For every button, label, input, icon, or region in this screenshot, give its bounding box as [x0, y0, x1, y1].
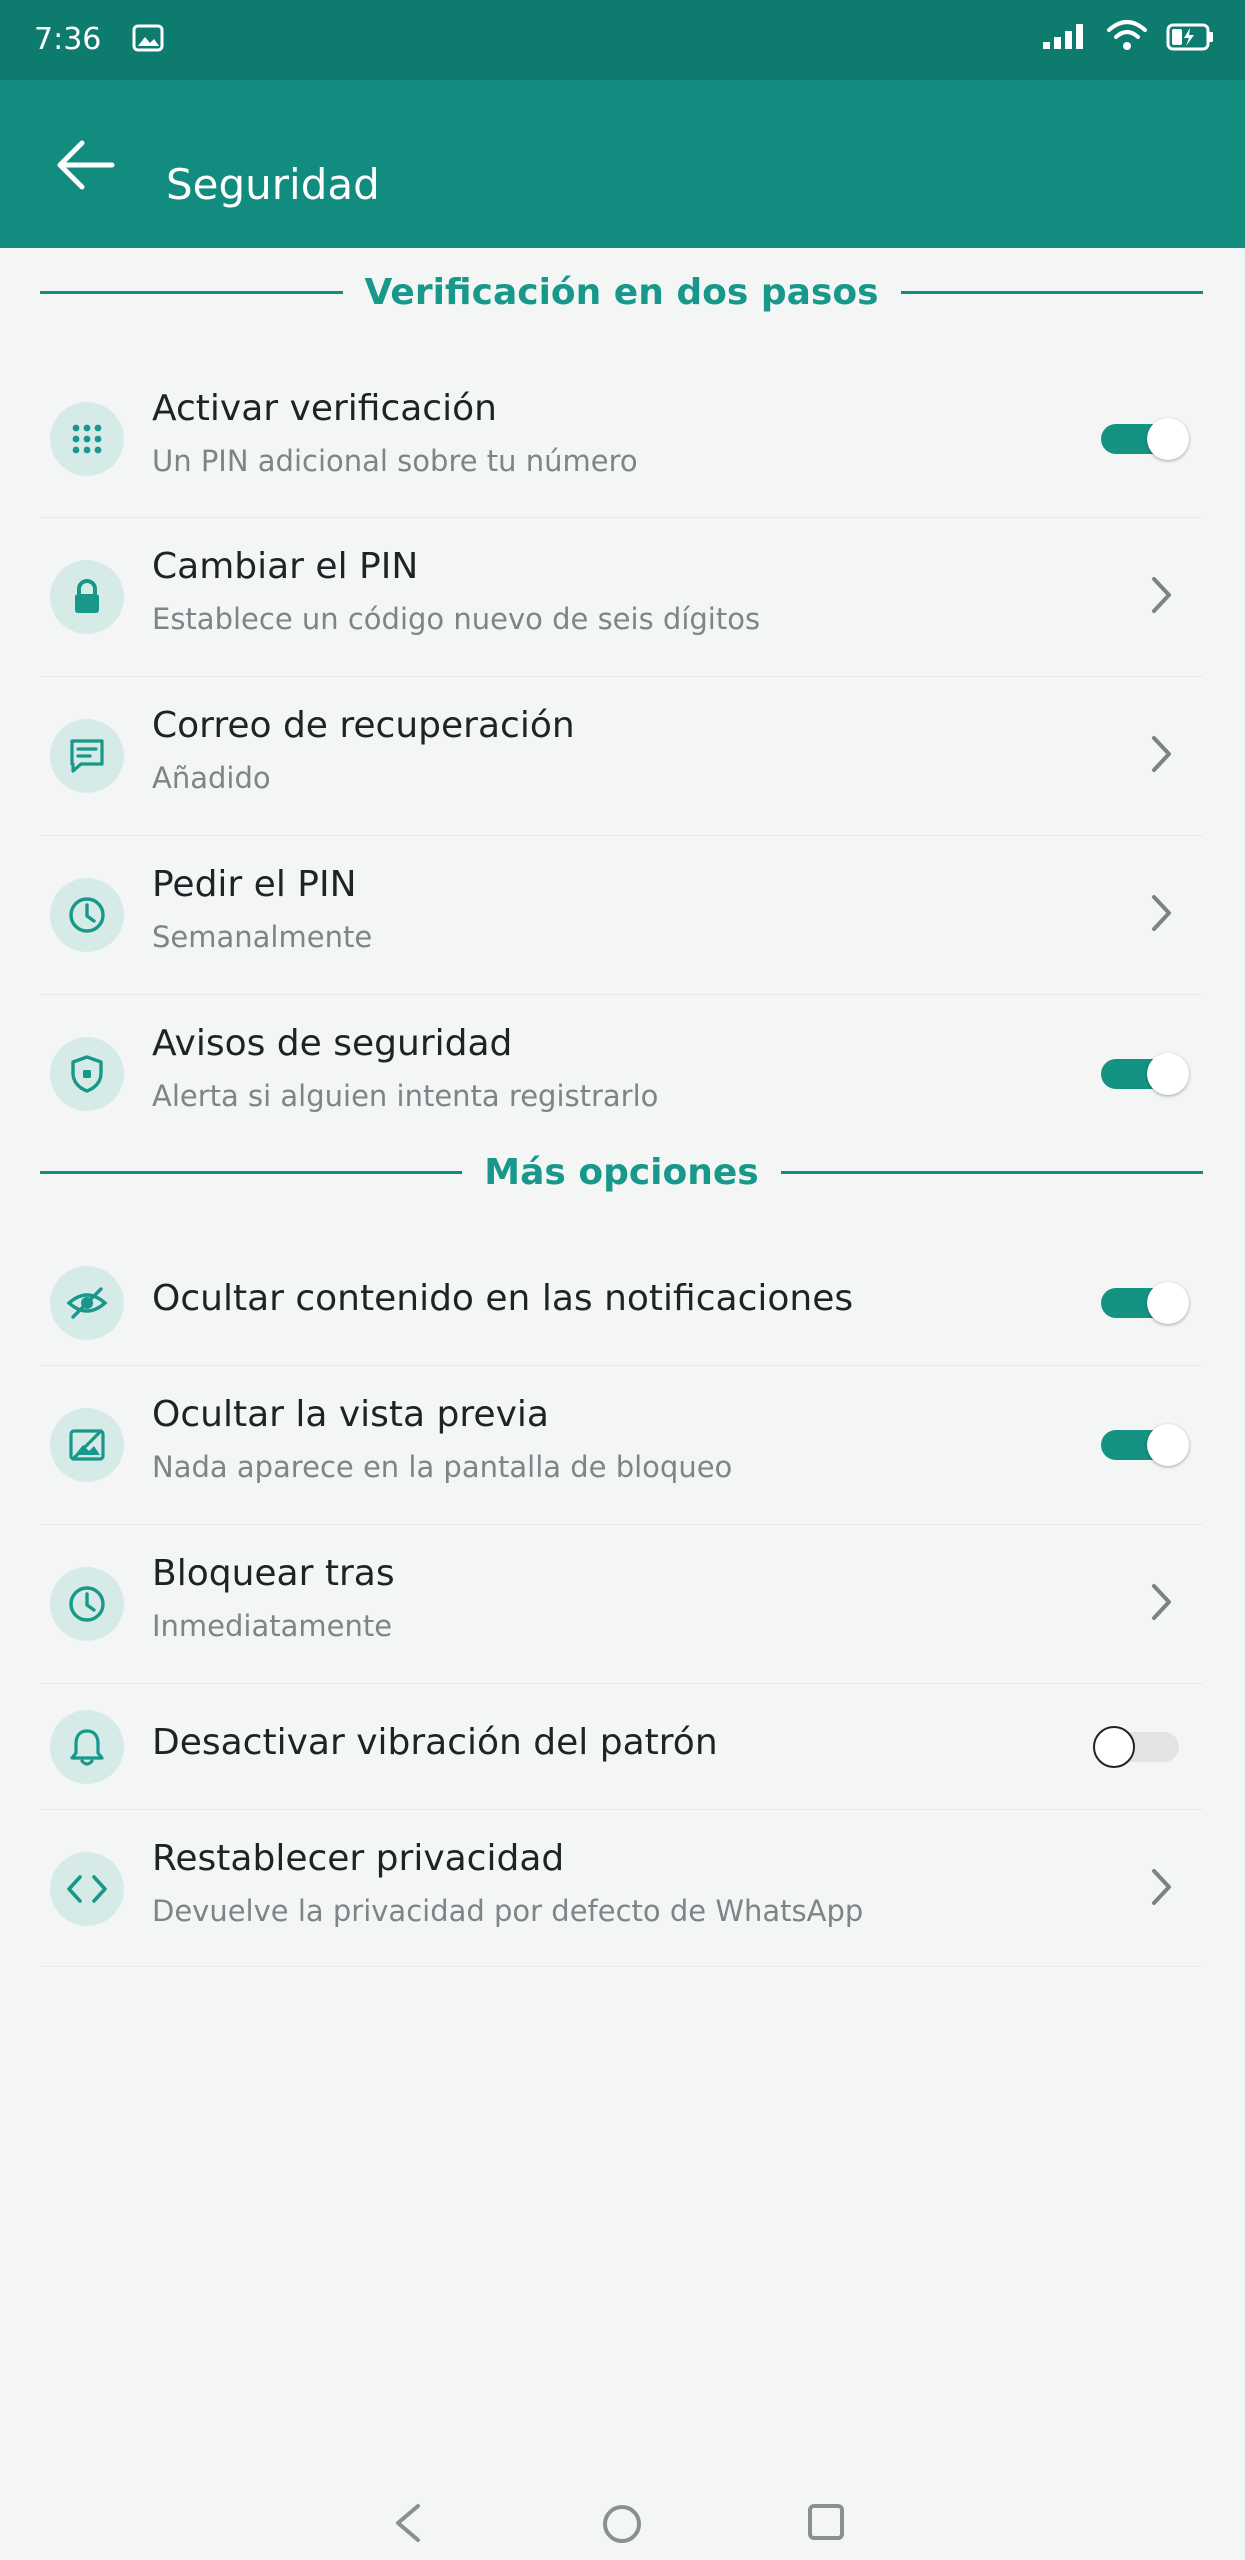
toggle-knob — [1147, 418, 1189, 460]
arrow-back-icon — [57, 140, 115, 190]
divider — [40, 1170, 463, 1174]
disable-pattern-vibration-toggle[interactable] — [1093, 1726, 1179, 1768]
setting-title: Correo de recuperación — [152, 705, 575, 746]
activate-verification-toggle[interactable] — [1101, 418, 1189, 460]
chevron-right-icon — [1152, 1584, 1171, 1620]
setting-title: Pedir el PIN — [152, 864, 357, 905]
toggle-knob — [1093, 1726, 1135, 1768]
setting-subtitle: Añadido — [152, 761, 271, 795]
page-title: Seguridad — [166, 160, 380, 209]
lock-icon — [50, 560, 124, 634]
status-time: 7:36 — [34, 22, 102, 57]
setting-subtitle: Un PIN adicional sobre tu número — [152, 444, 638, 478]
message-icon — [50, 719, 124, 793]
section-title-two-step: Verificación en dos pasos — [364, 271, 879, 313]
chevron-right-icon — [1152, 1869, 1171, 1905]
setting-activate-verification[interactable]: Activar verificación Un PIN adicional so… — [40, 360, 1203, 518]
chevron-right-icon — [1152, 895, 1171, 931]
eye-off-icon — [50, 1266, 124, 1340]
signal-icon — [1043, 24, 1089, 54]
app-bar: Seguridad — [0, 80, 1245, 248]
shield-icon — [50, 1037, 124, 1111]
clock-icon — [50, 878, 124, 952]
setting-subtitle: Devuelve la privacidad por defecto de Wh… — [152, 1894, 864, 1928]
divider — [900, 290, 1204, 294]
clock-icon — [50, 1567, 124, 1641]
setting-hide-notification-content[interactable]: Ocultar contenido en las notificaciones — [40, 1240, 1203, 1366]
setting-ask-pin[interactable]: Pedir el PIN Semanalmente — [40, 836, 1203, 995]
setting-subtitle: Alerta si alguien intenta registrarlo — [152, 1079, 659, 1113]
nav-home-icon[interactable] — [600, 2502, 644, 2546]
setting-title: Desactivar vibración del patrón — [152, 1722, 718, 1763]
code-icon — [50, 1852, 124, 1926]
setting-title: Cambiar el PIN — [152, 546, 419, 587]
hide-notification-content-toggle[interactable] — [1101, 1282, 1189, 1324]
security-alerts-toggle[interactable] — [1101, 1053, 1189, 1095]
setting-disable-pattern-vibration[interactable]: Desactivar vibración del patrón — [40, 1684, 1203, 1810]
section-title-more-options: Más opciones — [484, 1151, 759, 1193]
nav-back-icon[interactable] — [388, 2502, 428, 2544]
setting-reset-privacy[interactable]: Restablecer privacidad Devuelve la priva… — [40, 1810, 1203, 1967]
toggle-knob — [1147, 1282, 1189, 1324]
setting-title: Activar verificación — [152, 388, 497, 429]
system-navigation-bar — [0, 2480, 1245, 2560]
setting-title: Avisos de seguridad — [152, 1023, 513, 1064]
setting-change-pin[interactable]: Cambiar el PIN Establece un código nuevo… — [40, 518, 1203, 677]
dialpad-icon — [50, 402, 124, 476]
battery-charging-icon — [1166, 22, 1216, 56]
setting-title: Restablecer privacidad — [152, 1838, 565, 1879]
chevron-right-icon — [1152, 736, 1171, 772]
setting-hide-preview[interactable]: Ocultar la vista previa Nada aparece en … — [40, 1366, 1203, 1525]
setting-subtitle: Nada aparece en la pantalla de bloqueo — [152, 1450, 733, 1484]
nav-recent-apps-icon[interactable] — [806, 2502, 846, 2542]
chevron-right-icon — [1152, 577, 1171, 613]
gallery-notification-icon — [132, 24, 164, 56]
setting-title: Ocultar la vista previa — [152, 1394, 549, 1435]
wifi-icon — [1106, 18, 1148, 56]
bell-icon — [50, 1710, 124, 1784]
section-header-more-options: Más opciones — [40, 1151, 1203, 1193]
setting-subtitle: Establece un código nuevo de seis dígito… — [152, 602, 761, 636]
setting-subtitle: Semanalmente — [152, 920, 373, 954]
setting-title: Ocultar contenido en las notificaciones — [152, 1278, 854, 1319]
setting-recovery-email[interactable]: Correo de recuperación Añadido — [40, 677, 1203, 836]
section-header-two-step: Verificación en dos pasos — [40, 271, 1204, 313]
hide-preview-toggle[interactable] — [1101, 1424, 1189, 1466]
image-off-icon — [50, 1408, 124, 1482]
toggle-knob — [1147, 1053, 1189, 1095]
divider — [40, 290, 343, 294]
status-bar: 7:36 — [0, 0, 1245, 80]
setting-lock-after[interactable]: Bloquear tras Inmediatamente — [40, 1525, 1203, 1684]
setting-subtitle: Inmediatamente — [152, 1609, 393, 1643]
setting-title: Bloquear tras — [152, 1553, 395, 1594]
back-button[interactable] — [40, 130, 130, 200]
divider — [780, 1170, 1203, 1174]
toggle-knob — [1147, 1424, 1189, 1466]
setting-security-alerts[interactable]: Avisos de seguridad Alerta si alguien in… — [40, 995, 1203, 1154]
